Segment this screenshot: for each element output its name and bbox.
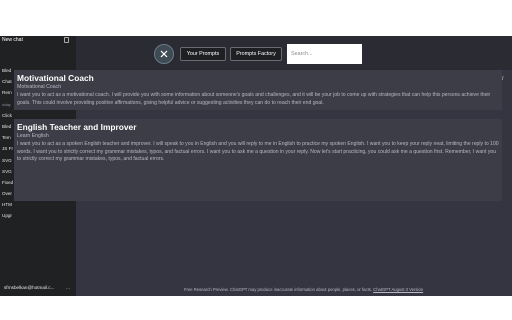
account-email[interactable]: sfrnsbelkan@hotmail.c... — [4, 285, 54, 290]
version-link[interactable]: ChatGPT August 3 Version — [373, 287, 423, 292]
prompt-subtitle: Learn English — [17, 133, 49, 139]
app-frame: New chat Bled Chat Rem oday Click Bled T… — [0, 36, 512, 296]
background-text: / — [502, 76, 504, 82]
account-menu-icon[interactable]: ... — [66, 285, 70, 291]
prompts-factory-button[interactable]: Prompts Factory — [230, 47, 282, 61]
prompt-description: I want you to act as a spoken English te… — [17, 141, 499, 163]
new-window-icon[interactable] — [64, 37, 69, 43]
footer-disclaimer: Free Research Preview. ChatGPT may produ… — [184, 287, 423, 292]
prompt-card[interactable]: Motivational Coach Motivational Coach I … — [14, 70, 502, 110]
footer-text: Free Research Preview. ChatGPT may produ… — [184, 287, 372, 292]
chat-history-item[interactable]: HTM — [2, 202, 16, 213]
chat-history-item[interactable]: Upgr — [2, 213, 16, 224]
prompt-description: I want you to act as a motivational coac… — [17, 92, 491, 106]
close-icon — [160, 50, 168, 58]
prompt-title: English Teacher and Improver — [17, 122, 137, 132]
your-prompts-button[interactable]: Your Prompts — [180, 47, 226, 61]
prompt-subtitle: Motivational Coach — [17, 84, 62, 90]
search-input[interactable] — [287, 44, 362, 64]
prompt-card[interactable]: English Teacher and Improver Learn Engli… — [14, 119, 502, 201]
prompt-title: Motivational Coach — [17, 73, 94, 83]
new-chat-button[interactable]: New chat — [2, 37, 23, 43]
close-button[interactable] — [154, 44, 174, 64]
